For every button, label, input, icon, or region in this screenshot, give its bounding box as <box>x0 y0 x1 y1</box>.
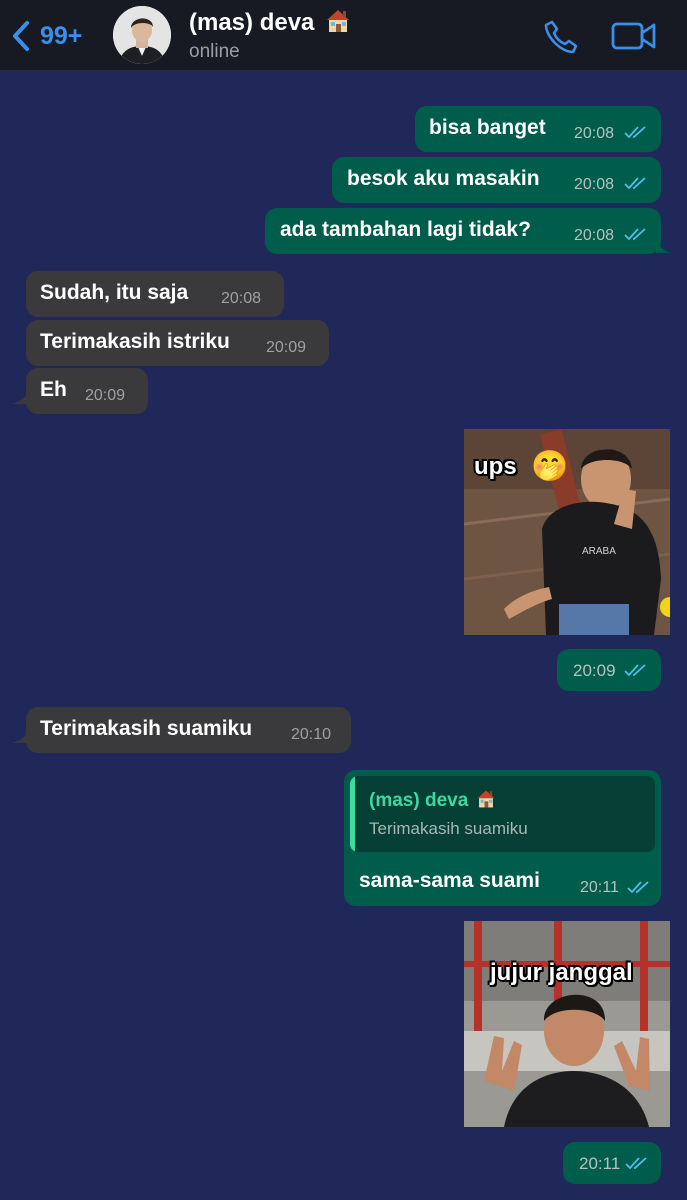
double-check-icon <box>624 177 646 190</box>
back-chevron-icon <box>13 21 29 51</box>
message-incoming[interactable]: Terimakasih suamiku 20:10 <box>26 707 351 753</box>
contact-avatar[interactable] <box>113 6 171 64</box>
message-time: 20:11 <box>580 879 619 896</box>
contact-name[interactable]: (mas) deva <box>189 8 351 37</box>
house-icon <box>327 10 350 32</box>
double-check-icon <box>624 126 646 139</box>
message-time: 20:09 <box>85 387 126 404</box>
back-button[interactable]: 99+ <box>10 16 82 56</box>
house-icon <box>477 790 495 808</box>
message-text: Sudah, itu saja <box>40 281 189 304</box>
message-time: 20:10 <box>291 726 332 743</box>
chat-header: 99+ (mas) deva online <box>0 0 687 71</box>
sticker-timestamp: 20:11 <box>563 1142 661 1184</box>
message-outgoing[interactable]: besok aku masakin 20:08 <box>332 157 661 203</box>
bubble-tail <box>656 240 672 253</box>
message-text: sama-sama suami <box>359 869 540 892</box>
sticker-caption-emoji: 🤭 <box>531 450 569 483</box>
voice-call-button[interactable] <box>543 19 579 55</box>
quote-accent-bar <box>350 776 355 852</box>
sticker-caption: ups <box>474 453 517 480</box>
message-incoming[interactable]: Eh 20:09 <box>26 368 148 414</box>
message-time: 20:08 <box>221 290 262 307</box>
message-time: 20:08 <box>574 125 615 142</box>
message-time: 20:08 <box>574 227 615 244</box>
contact-name-text: (mas) deva <box>189 9 315 36</box>
quoted-message[interactable]: (mas) deva Terimakasih suamiku <box>350 776 655 852</box>
sticker-photo <box>464 921 670 1127</box>
double-check-icon <box>625 1157 647 1170</box>
message-time: 20:09 <box>266 339 307 356</box>
message-text: Terimakasih istriku <box>40 330 230 353</box>
message-text: bisa banget <box>429 116 546 139</box>
unread-count: 99+ <box>40 21 83 50</box>
double-check-icon <box>624 664 646 677</box>
video-call-button[interactable] <box>611 20 657 52</box>
sticker-caption: jujur janggal <box>490 959 633 986</box>
svg-text:ARABA: ARABA <box>582 546 616 557</box>
message-incoming[interactable]: Sudah, itu saja 20:08 <box>26 271 284 317</box>
quoted-author: (mas) deva <box>369 789 496 812</box>
message-text: Eh <box>40 378 67 401</box>
double-check-icon <box>624 228 646 241</box>
message-time: 20:09 <box>573 661 616 680</box>
sticker-timestamp: 20:09 <box>557 649 661 691</box>
message-text: ada tambahan lagi tidak? <box>280 218 531 241</box>
contact-status: online <box>189 41 240 62</box>
sticker-image[interactable]: ARABA ups 🤭 <box>464 429 670 635</box>
avatar-photo <box>113 6 171 64</box>
message-text: Terimakasih suamiku <box>40 717 253 740</box>
video-camera-icon <box>611 22 656 50</box>
message-text: besok aku masakin <box>347 167 540 190</box>
message-time: 20:11 <box>579 1154 621 1173</box>
message-outgoing[interactable]: bisa banget 20:08 <box>415 106 661 152</box>
double-check-icon <box>627 881 649 894</box>
message-incoming[interactable]: Terimakasih istriku 20:09 <box>26 320 329 366</box>
quoted-text: Terimakasih suamiku <box>369 819 528 838</box>
message-time: 20:08 <box>574 176 615 193</box>
quoted-author-name: (mas) deva <box>369 790 469 811</box>
message-outgoing[interactable]: ada tambahan lagi tidak? 20:08 <box>265 208 661 254</box>
phone-icon <box>544 20 578 54</box>
sticker-image[interactable]: jujur janggal <box>464 921 670 1127</box>
